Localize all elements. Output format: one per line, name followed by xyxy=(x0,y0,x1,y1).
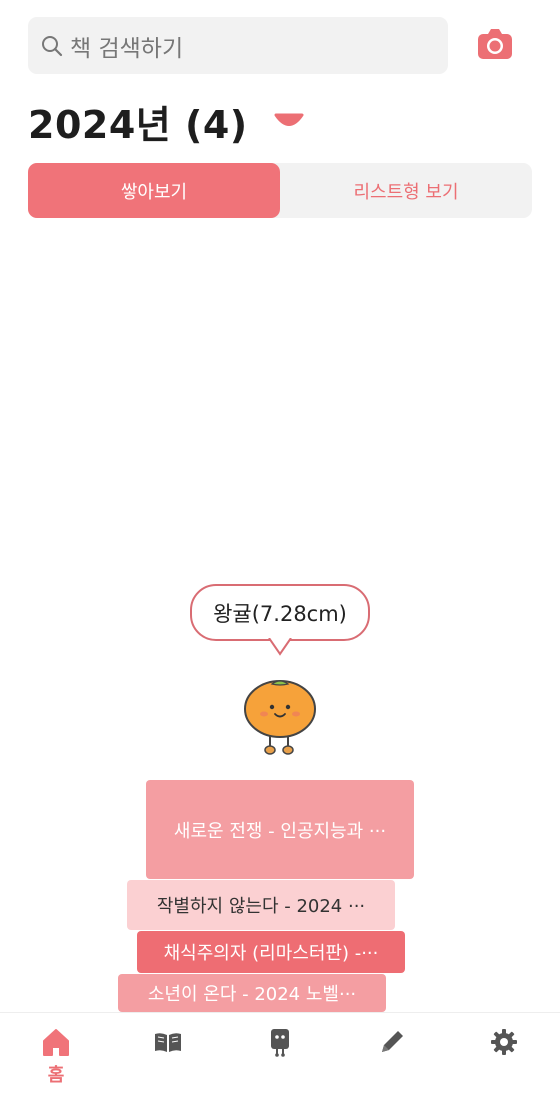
nav-home[interactable]: 홈 xyxy=(36,1027,76,1087)
open-book-icon xyxy=(155,1033,181,1052)
nav-character[interactable] xyxy=(260,1027,300,1087)
nav-home-label: 홈 xyxy=(47,1065,65,1086)
stack-height-bubble: 왕귤(7.28cm) xyxy=(190,584,370,641)
pencil-icon xyxy=(382,1031,403,1052)
tangerine-mascot-icon xyxy=(244,680,316,755)
gear-icon xyxy=(491,1029,517,1055)
book-spine[interactable]: 채식주의자 (리마스터판) -··· xyxy=(137,931,405,973)
tab-list-view[interactable]: 리스트형 보기 xyxy=(280,163,532,218)
book-spine[interactable]: 새로운 전쟁 - 인공지능과 ··· xyxy=(146,780,414,879)
bubble-tail xyxy=(268,638,292,656)
search-icon xyxy=(42,35,63,56)
year-selector[interactable]: 2024년 (4) xyxy=(28,94,304,149)
nav-settings[interactable] xyxy=(484,1027,524,1087)
search-input[interactable]: 책 검색하기 xyxy=(28,17,448,74)
view-tabs: 쌓아보기 리스트형 보기 xyxy=(28,163,532,218)
nav-write[interactable] xyxy=(372,1027,412,1087)
nav-library[interactable] xyxy=(148,1027,188,1087)
character-icon xyxy=(271,1029,289,1057)
bottom-navigation: 홈 xyxy=(0,1012,560,1097)
book-spine[interactable]: 소년이 온다 - 2024 노벨··· xyxy=(118,974,386,1012)
caret-down-icon[interactable] xyxy=(274,112,304,132)
home-icon xyxy=(43,1029,69,1056)
book-spine[interactable]: 작별하지 않는다 - 2024 ··· xyxy=(127,880,395,930)
page-title: 2024년 (4) xyxy=(28,103,248,147)
search-placeholder: 책 검색하기 xyxy=(70,35,184,62)
camera-icon[interactable] xyxy=(478,28,512,60)
tab-stack-view[interactable]: 쌓아보기 xyxy=(28,163,280,218)
